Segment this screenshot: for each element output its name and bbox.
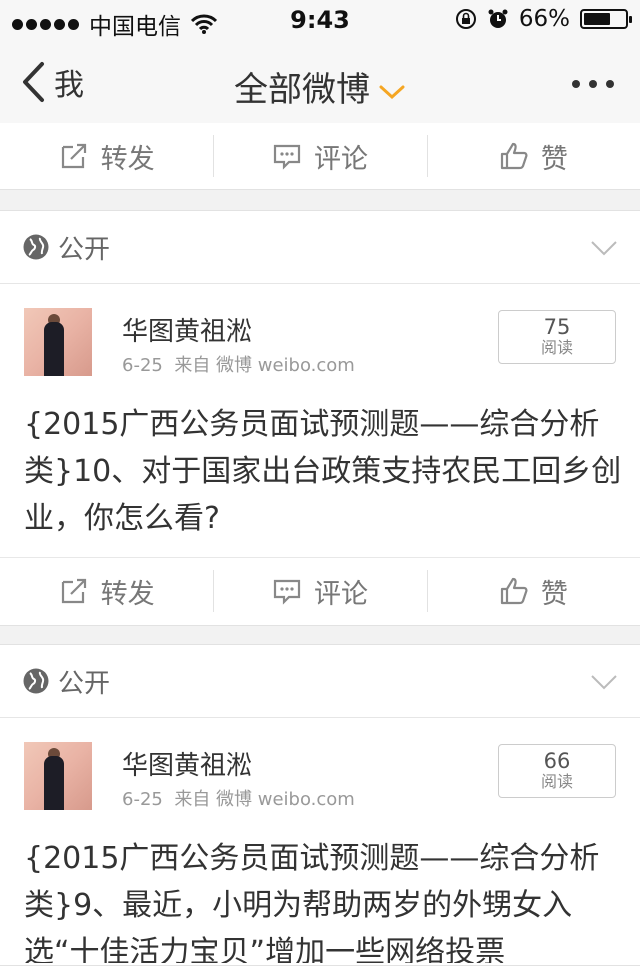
read-label: 阅读 bbox=[540, 772, 573, 791]
globe-icon bbox=[23, 234, 49, 260]
status-right: 66% bbox=[455, 6, 632, 32]
repost-icon bbox=[61, 143, 86, 169]
author-name[interactable]: 华图黄祖淞 bbox=[122, 311, 252, 348]
more-icon bbox=[572, 80, 580, 88]
repost-button[interactable]: 转发 bbox=[0, 558, 213, 624]
visibility-row[interactable]: 公开 bbox=[0, 211, 640, 284]
post-date: 6-25 bbox=[122, 789, 163, 810]
more-button[interactable] bbox=[572, 80, 614, 88]
comment-icon bbox=[273, 144, 301, 170]
comment-icon bbox=[273, 579, 301, 605]
battery-percent: 66% bbox=[518, 6, 570, 32]
dropdown-chevron-icon bbox=[379, 85, 405, 99]
repost-button[interactable]: 转发 bbox=[0, 123, 213, 189]
comment-button[interactable]: 评论 bbox=[213, 123, 426, 189]
visibility-label: 公开 bbox=[58, 669, 111, 699]
post-meta: 6-25 来自 微博 weibo.com bbox=[122, 785, 355, 811]
like-label: 赞 bbox=[540, 578, 568, 610]
post-text[interactable]: {2015广西公务员面试预测题——综合分析类}10、对于国家出台政策支持农民工回… bbox=[24, 401, 624, 542]
battery-icon bbox=[580, 9, 632, 29]
action-bar: 转发 评论 赞 bbox=[0, 557, 640, 624]
post-source: 来自 微博 weibo.com bbox=[174, 789, 355, 810]
avatar[interactable] bbox=[24, 742, 92, 810]
repost-icon bbox=[61, 578, 86, 604]
visibility-label: 公开 bbox=[58, 235, 111, 265]
caret-down-icon bbox=[591, 675, 617, 690]
like-button[interactable]: 赞 bbox=[426, 123, 640, 189]
read-count: 66 bbox=[543, 749, 571, 773]
like-label: 赞 bbox=[540, 143, 568, 175]
feed-filter-title[interactable]: 全部微博 bbox=[0, 62, 640, 111]
post-source: 来自 微博 weibo.com bbox=[174, 355, 355, 376]
read-label: 阅读 bbox=[540, 338, 573, 357]
avatar[interactable] bbox=[24, 308, 92, 376]
caret-down-icon bbox=[591, 241, 617, 256]
status-bar: 中国电信 9:43 66% bbox=[0, 0, 640, 40]
post-card: 公开 华图黄祖淞 6-25 来自 微博 weibo.com 66 阅读 {201… bbox=[0, 644, 640, 966]
nav-bar: 我 全部微博 bbox=[0, 40, 640, 129]
like-button[interactable]: 赞 bbox=[426, 558, 640, 624]
post-text[interactable]: {2015广西公务员面试预测题——综合分析类}9、最近，小明为帮助两岁的外甥女入… bbox=[24, 835, 624, 963]
globe-icon bbox=[23, 668, 49, 694]
repost-label: 转发 bbox=[100, 143, 155, 175]
lock-rotation-icon bbox=[455, 9, 476, 29]
visibility-row[interactable]: 公开 bbox=[0, 645, 640, 718]
comment-label: 评论 bbox=[313, 578, 368, 610]
comment-label: 评论 bbox=[313, 143, 368, 175]
like-icon bbox=[500, 142, 528, 170]
like-icon bbox=[500, 577, 528, 605]
action-bar-previous: 转发 评论 赞 bbox=[0, 123, 640, 190]
comment-button[interactable]: 评论 bbox=[213, 558, 426, 624]
post-card: 公开 华图黄祖淞 6-25 来自 微博 weibo.com 75 阅读 {201… bbox=[0, 210, 640, 626]
page-title: 全部微博 bbox=[234, 70, 370, 110]
alarm-icon bbox=[488, 9, 508, 28]
read-count: 75 bbox=[543, 315, 571, 339]
post-meta: 6-25 来自 微博 weibo.com bbox=[122, 351, 355, 377]
author-name[interactable]: 华图黄祖淞 bbox=[122, 745, 252, 782]
repost-label: 转发 bbox=[100, 578, 155, 610]
read-count-box[interactable]: 66 阅读 bbox=[498, 744, 616, 798]
read-count-box[interactable]: 75 阅读 bbox=[498, 310, 616, 364]
post-date: 6-25 bbox=[122, 355, 163, 376]
